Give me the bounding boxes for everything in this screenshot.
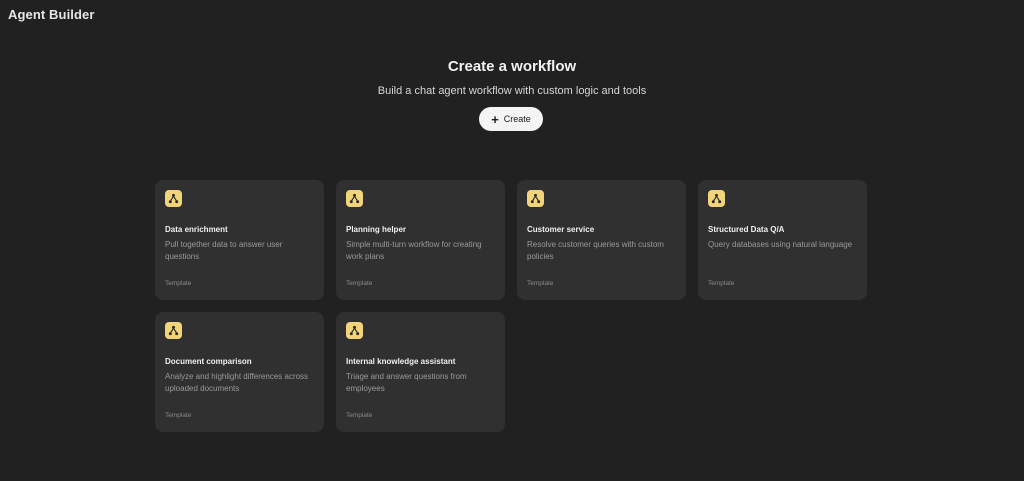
template-card-description: Resolve customer queries with custom pol… (527, 240, 664, 261)
template-card-tag: Template (346, 412, 373, 419)
workflow-icon (165, 190, 182, 207)
template-card-title: Planning helper (346, 225, 407, 234)
create-button-label: Create (503, 114, 531, 124)
workflow-icon (527, 190, 544, 207)
workflow-icon (346, 322, 363, 339)
page-subtitle: Build a chat agent workflow with custom … (377, 85, 647, 97)
template-card-internal-knowledge-assistant[interactable]: Internal knowledge assistant Triage and … (336, 312, 505, 432)
workflow-icon (708, 190, 725, 207)
template-card-title: Data enrichment (165, 225, 228, 234)
template-card-document-comparison[interactable]: Document comparison Analyze and highligh… (155, 312, 324, 432)
template-card-description: Query databases using natural language (708, 240, 853, 249)
template-card-planning-helper[interactable]: Planning helper Simple multi-turn workfl… (336, 180, 505, 300)
template-card-description: Triage and answer questions from employe… (346, 372, 467, 393)
template-card-tag: Template (165, 280, 192, 287)
template-card-description: Pull together data to answer user questi… (165, 240, 283, 261)
template-card-structured-data-qa[interactable]: Structured Data Q/A Query databases usin… (698, 180, 867, 300)
template-card-tag: Template (346, 280, 373, 287)
create-button[interactable]: + Create (479, 107, 543, 131)
workflow-icon (165, 322, 182, 339)
hero-section: Create a workflow Build a chat agent wor… (0, 58, 1024, 97)
template-card-tag: Template (165, 412, 192, 419)
template-card-tag: Template (708, 280, 735, 287)
template-card-title: Structured Data Q/A (708, 225, 785, 234)
plus-icon: + (491, 111, 499, 127)
app-title: Agent Builder (8, 7, 95, 22)
template-card-title: Internal knowledge assistant (346, 357, 456, 366)
template-grid: Data enrichment Pull together data to an… (155, 180, 868, 432)
workflow-icon (346, 190, 363, 207)
template-card-customer-service[interactable]: Customer service Resolve customer querie… (517, 180, 686, 300)
template-card-description: Simple multi-turn workflow for creating … (346, 240, 482, 261)
template-card-description: Analyze and highlight differences across… (165, 372, 309, 393)
template-card-title: Document comparison (165, 357, 252, 366)
template-card-title: Customer service (527, 225, 595, 234)
template-card-tag: Template (527, 280, 554, 287)
page-title: Create a workflow (447, 58, 577, 75)
template-card-data-enrichment[interactable]: Data enrichment Pull together data to an… (155, 180, 324, 300)
